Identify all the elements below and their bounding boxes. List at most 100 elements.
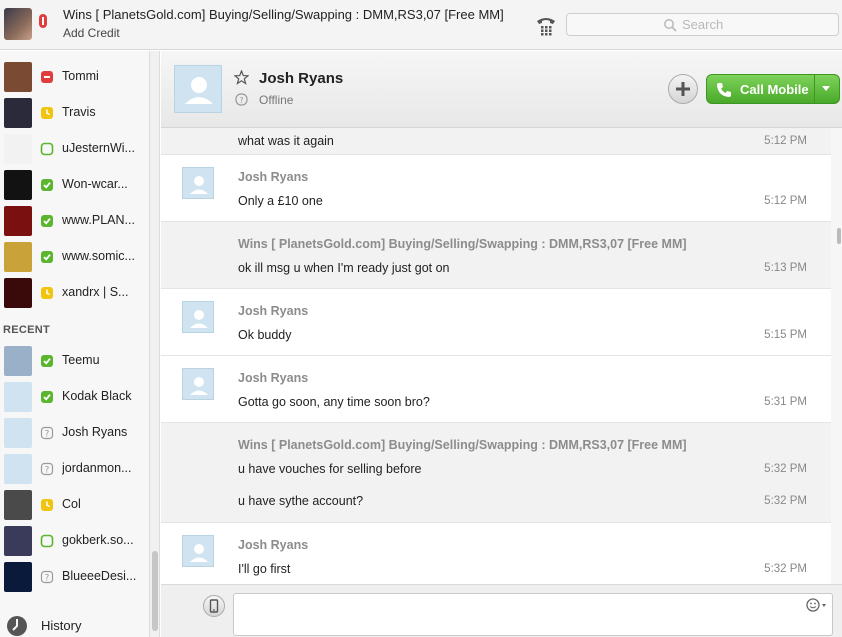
sidebar-contact[interactable]: Teemu: [0, 343, 149, 379]
favorite-star-icon[interactable]: [234, 70, 249, 85]
peer-name[interactable]: Josh Ryans: [259, 70, 343, 87]
message-text: ok ill msg u when I'm ready just got on: [238, 261, 450, 275]
away-status-icon: [41, 287, 53, 299]
phone-icon: [717, 83, 731, 97]
avatar: [4, 98, 32, 128]
avatar: [4, 278, 32, 308]
sidebar-contact[interactable]: www.somic...: [0, 239, 149, 275]
message-item[interactable]: Wins [ PlanetsGold.com] Buying/Selling/S…: [161, 423, 831, 523]
avatar: [4, 454, 32, 484]
emoticon-icon[interactable]: [806, 598, 828, 612]
message-timestamp: 5:13 PM: [764, 262, 807, 274]
composer: [161, 584, 842, 637]
default-user-icon: [190, 377, 208, 395]
my-avatar[interactable]: [4, 8, 32, 40]
message-timestamp: 5:32 PM: [764, 463, 807, 475]
message-author: Josh Ryans: [238, 304, 309, 318]
message-author: Wins [ PlanetsGold.com] Buying/Selling/S…: [238, 237, 687, 251]
avatar: [4, 562, 32, 592]
message-item[interactable]: Josh Ryans Gotta go soon, any time soon b…: [161, 356, 831, 423]
avatar: [4, 242, 32, 272]
sidebar-contact[interactable]: Kodak Black: [0, 379, 149, 415]
sidebar-contact[interactable]: ? Josh Ryans: [0, 415, 149, 451]
peer-avatar-small[interactable]: [182, 301, 214, 333]
sidebar-contact[interactable]: Tommi: [0, 59, 149, 95]
svg-text:?: ?: [45, 430, 50, 440]
messages-scroll-thumb[interactable]: [837, 228, 841, 244]
avatar: [4, 418, 32, 448]
contact-name: Won-wcar...: [62, 177, 128, 191]
sidebar-contact[interactable]: Won-wcar...: [0, 167, 149, 203]
unknown-status-icon: ?: [40, 462, 54, 476]
unknown-status-icon: ?: [235, 93, 248, 106]
default-user-icon: [185, 77, 213, 104]
busy-status-icon[interactable]: [38, 13, 48, 29]
message-item[interactable]: Josh Ryans I'll go first 5:32 PM: [161, 523, 831, 584]
contact-name: Teemu: [62, 353, 100, 367]
sidebar-contact[interactable]: uJesternWi...: [0, 131, 149, 167]
message-item[interactable]: Josh Ryans Only a £10 one 5:12 PM: [161, 155, 831, 222]
message-timestamp: 5:32 PM: [764, 495, 807, 507]
call-mobile-label: Call Mobile: [740, 82, 809, 97]
top-bar: Wins [ PlanetsGold.com] Buying/Selling/S…: [0, 0, 842, 50]
search-input[interactable]: Search: [566, 13, 839, 36]
contact-name: Josh Ryans: [62, 425, 128, 439]
dialpad-icon[interactable]: [535, 15, 557, 37]
contacts-sidebar: Tommi Travis uJesternWi... Won-wcar... www.P…: [0, 51, 150, 637]
contact-name: xandrx | S...: [62, 285, 129, 299]
sidebar-contact[interactable]: Col: [0, 487, 149, 523]
history-clock-icon: [7, 616, 27, 636]
contact-name: Col: [62, 497, 81, 511]
message-item[interactable]: Wins [ PlanetsGold.com] Buying/Selling/S…: [161, 222, 831, 289]
svg-text:?: ?: [45, 574, 50, 584]
message-item[interactable]: Josh Ryans Ok buddy 5:15 PM: [161, 289, 831, 356]
message-timestamp: 5:12 PM: [764, 195, 807, 207]
message-timestamp: 5:31 PM: [764, 396, 807, 408]
sidebar-contact[interactable]: Travis: [0, 95, 149, 131]
default-user-icon: [190, 176, 208, 194]
call-mobile-button[interactable]: Call Mobile: [706, 74, 840, 104]
svg-text:?: ?: [239, 96, 243, 105]
contact-name: gokberk.so...: [62, 533, 134, 547]
account-name[interactable]: Wins [ PlanetsGold.com] Buying/Selling/S…: [63, 7, 504, 22]
sidebar-scrollbar[interactable]: [150, 51, 160, 637]
contact-name: uJesternWi...: [62, 141, 135, 155]
add-credit-link[interactable]: Add Credit: [63, 26, 120, 40]
sidebar-contact[interactable]: www.PLAN...: [0, 203, 149, 239]
peer-avatar-small[interactable]: [182, 167, 214, 199]
svg-text:?: ?: [45, 466, 50, 476]
send-sms-button[interactable]: [203, 595, 225, 617]
peer-avatar-small[interactable]: [182, 535, 214, 567]
messages-scrollbar[interactable]: [831, 128, 842, 584]
avatar: [4, 526, 32, 556]
sidebar-contact[interactable]: ? jordanmon...: [0, 451, 149, 487]
contact-name: Tommi: [62, 69, 99, 83]
peer-avatar[interactable]: [174, 65, 222, 113]
offline-green-status-icon: [40, 142, 54, 156]
avatar: [4, 346, 32, 376]
message-author: Wins [ PlanetsGold.com] Buying/Selling/S…: [238, 438, 687, 452]
call-dropdown-chevron-icon[interactable]: [822, 86, 830, 91]
peer-avatar-small[interactable]: [182, 368, 214, 400]
unknown-status-icon: ?: [40, 570, 54, 584]
conversation-header: Josh Ryans ? Offline Call Mobile: [161, 51, 842, 128]
message-text: u have sythe account?: [238, 494, 364, 508]
message-text: Ok buddy: [238, 328, 292, 342]
sidebar-contact[interactable]: ? BlueeeDesi...: [0, 559, 149, 595]
message-text: Only a £10 one: [238, 194, 323, 208]
message-author: Josh Ryans: [238, 170, 309, 184]
history-button[interactable]: History: [0, 612, 149, 637]
add-people-button[interactable]: [668, 74, 698, 104]
message-text: Gotta go soon, any time soon bro?: [238, 395, 430, 409]
sidebar-scroll-thumb[interactable]: [152, 551, 158, 631]
message-item[interactable]: what was it again 5:12 PM: [161, 128, 831, 155]
avatar: [4, 382, 32, 412]
default-user-icon: [190, 310, 208, 328]
message-text: I'll go first: [238, 562, 291, 576]
sidebar-contact[interactable]: xandrx | S...: [0, 275, 149, 311]
message-list: what was it again 5:12 PM Josh Ryans Only a…: [161, 128, 831, 584]
default-user-icon: [190, 544, 208, 562]
sidebar-contact[interactable]: gokberk.so...: [0, 523, 149, 559]
contact-name: www.somic...: [62, 249, 135, 263]
message-input[interactable]: [233, 593, 833, 636]
